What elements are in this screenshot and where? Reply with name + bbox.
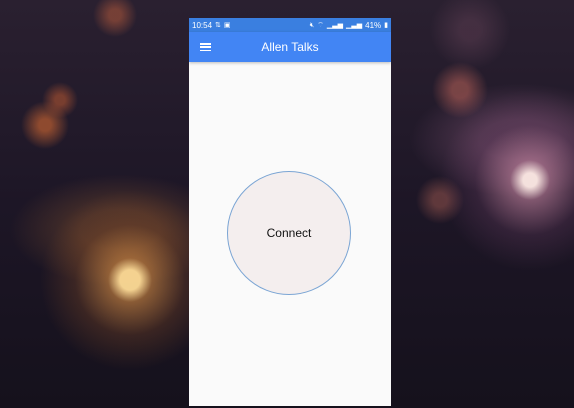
- mute-icon: 🔇︎: [309, 21, 315, 29]
- status-right: 🔇︎ ⌔ ▁▃▅ ▁▃▅ 41% ▮: [310, 21, 388, 30]
- data-transfer-icon: ⇅: [215, 21, 221, 29]
- signal-icon: ▁▃▅: [326, 21, 343, 29]
- lte-signal-icon: ▁▃▅: [345, 21, 363, 29]
- app-bar: Allen Talks: [189, 32, 391, 62]
- app-title: Allen Talks: [261, 40, 319, 54]
- status-bar: 10:54 ⇅ ▣ 🔇︎ ⌔ ▁▃▅ ▁▃▅ 41% ▮: [189, 18, 391, 32]
- battery-icon: ▮: [384, 21, 388, 29]
- status-time: 10:54: [192, 20, 213, 30]
- wifi-icon: ⌔: [317, 21, 324, 29]
- gallery-notification-icon: ▣: [223, 21, 231, 29]
- connect-label: Connect: [266, 226, 312, 240]
- connect-button[interactable]: Connect: [227, 171, 351, 295]
- phone-screen: 10:54 ⇅ ▣ 🔇︎ ⌔ ▁▃▅ ▁▃▅ 41% ▮ Allen Talks…: [189, 18, 391, 406]
- status-left: 10:54 ⇅ ▣: [192, 21, 231, 30]
- battery-percent: 41%: [365, 20, 382, 30]
